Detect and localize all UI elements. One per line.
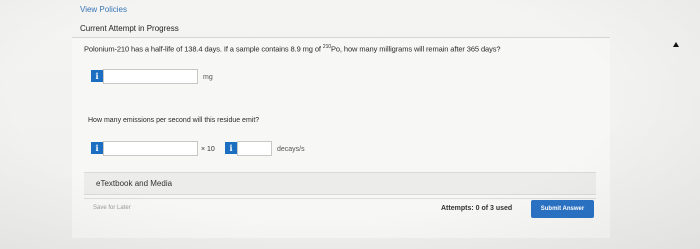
isotope-mass-number: 210	[322, 44, 331, 50]
question-text-before: Polonium-210 has a half-life of 138.4 da…	[84, 44, 323, 54]
question-text-after: Po, how many milligrams will remain afte…	[330, 44, 501, 54]
emissions-unit: decays/s	[277, 146, 305, 153]
mouse-cursor-icon	[673, 42, 679, 47]
etextbook-section[interactable]: eTextbook and Media	[84, 172, 596, 195]
info-icon[interactable]: i	[91, 70, 103, 82]
footer-divider	[84, 198, 596, 199]
attempt-status-heading: Current Attempt in Progress	[80, 24, 179, 33]
times-ten-label: × 10	[201, 146, 215, 153]
save-for-later-button[interactable]: Save for Later	[93, 205, 131, 211]
sub-question-text: How many emissions per second will this …	[88, 117, 260, 124]
page: View Policies Current Attempt in Progres…	[0, 0, 700, 249]
emissions-mantissa-input[interactable]	[103, 141, 198, 156]
answer-mg-input[interactable]	[103, 69, 198, 84]
submit-answer-button[interactable]: Submit Answer	[531, 200, 594, 218]
attempts-counter: Attempts: 0 of 3 used	[441, 205, 513, 212]
question-panel	[72, 37, 610, 238]
answer-mg-unit: mg	[203, 74, 213, 81]
view-policies-link[interactable]: View Policies	[80, 5, 127, 14]
info-icon[interactable]: i	[225, 142, 237, 154]
info-icon[interactable]: i	[91, 142, 103, 154]
etextbook-label: eTextbook and Media	[96, 179, 173, 188]
question-text: Polonium-210 has a half-life of 138.4 da…	[84, 44, 501, 54]
emissions-exponent-input[interactable]	[237, 141, 272, 156]
